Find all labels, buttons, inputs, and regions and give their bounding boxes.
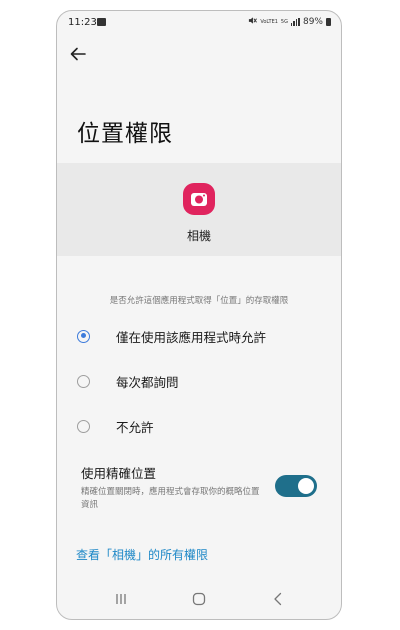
arrow-left-icon (70, 47, 86, 61)
battery-icon (326, 18, 331, 26)
volte-indicator: VoLTE1 (260, 18, 278, 25)
page-title: 位置權限 (77, 121, 173, 147)
gallery-notification-icon (97, 18, 106, 26)
status-icons: VoLTE1 5G 89% (248, 16, 331, 28)
network-indicator: 5G (280, 18, 288, 25)
recent-apps-icon (116, 594, 126, 604)
home-icon (192, 592, 206, 606)
app-header: 相機 (57, 163, 341, 256)
option-ask-every-time[interactable]: 每次都詢問 (77, 368, 317, 394)
permission-question: 是否允許這個應用程式取得「位置」的存取權限 (109, 296, 289, 306)
status-bar: 11:23 VoLTE1 5G 89% (57, 11, 341, 37)
option-deny[interactable]: 不允許 (77, 413, 317, 439)
back-button[interactable] (67, 43, 89, 65)
option-label: 僅在使用該應用程式時允許 (116, 329, 267, 345)
nav-back-button[interactable] (267, 588, 289, 610)
option-label: 不允許 (116, 419, 154, 435)
precise-location-description: 精確位置關閉時，應用程式會存取你的概略位置資訊 (81, 487, 260, 510)
signal-icon (290, 18, 300, 26)
precise-location-toggle[interactable] (275, 475, 317, 497)
option-label: 每次都詢問 (116, 374, 179, 390)
status-time: 11:23 (68, 17, 97, 28)
recent-apps-button[interactable] (110, 588, 132, 610)
phone-screen: 11:23 VoLTE1 5G 89% 位置權限 相機 是否允許這個應用程式取得… (56, 10, 342, 620)
mute-icon (248, 16, 258, 28)
all-permissions-link[interactable]: 查看「相機」的所有權限 (76, 546, 208, 563)
home-button[interactable] (188, 588, 210, 610)
back-icon (274, 592, 282, 606)
battery-percentage: 89% (302, 17, 323, 27)
radio-unselected-icon (77, 374, 90, 388)
option-allow-while-using[interactable]: 僅在使用該應用程式時允許 (77, 323, 317, 349)
navigation-bar (57, 579, 341, 619)
app-name: 相機 (186, 229, 211, 243)
camera-app-icon (183, 183, 215, 215)
radio-selected-icon (77, 329, 90, 343)
radio-unselected-icon (77, 419, 90, 433)
toggle-knob (298, 478, 314, 494)
